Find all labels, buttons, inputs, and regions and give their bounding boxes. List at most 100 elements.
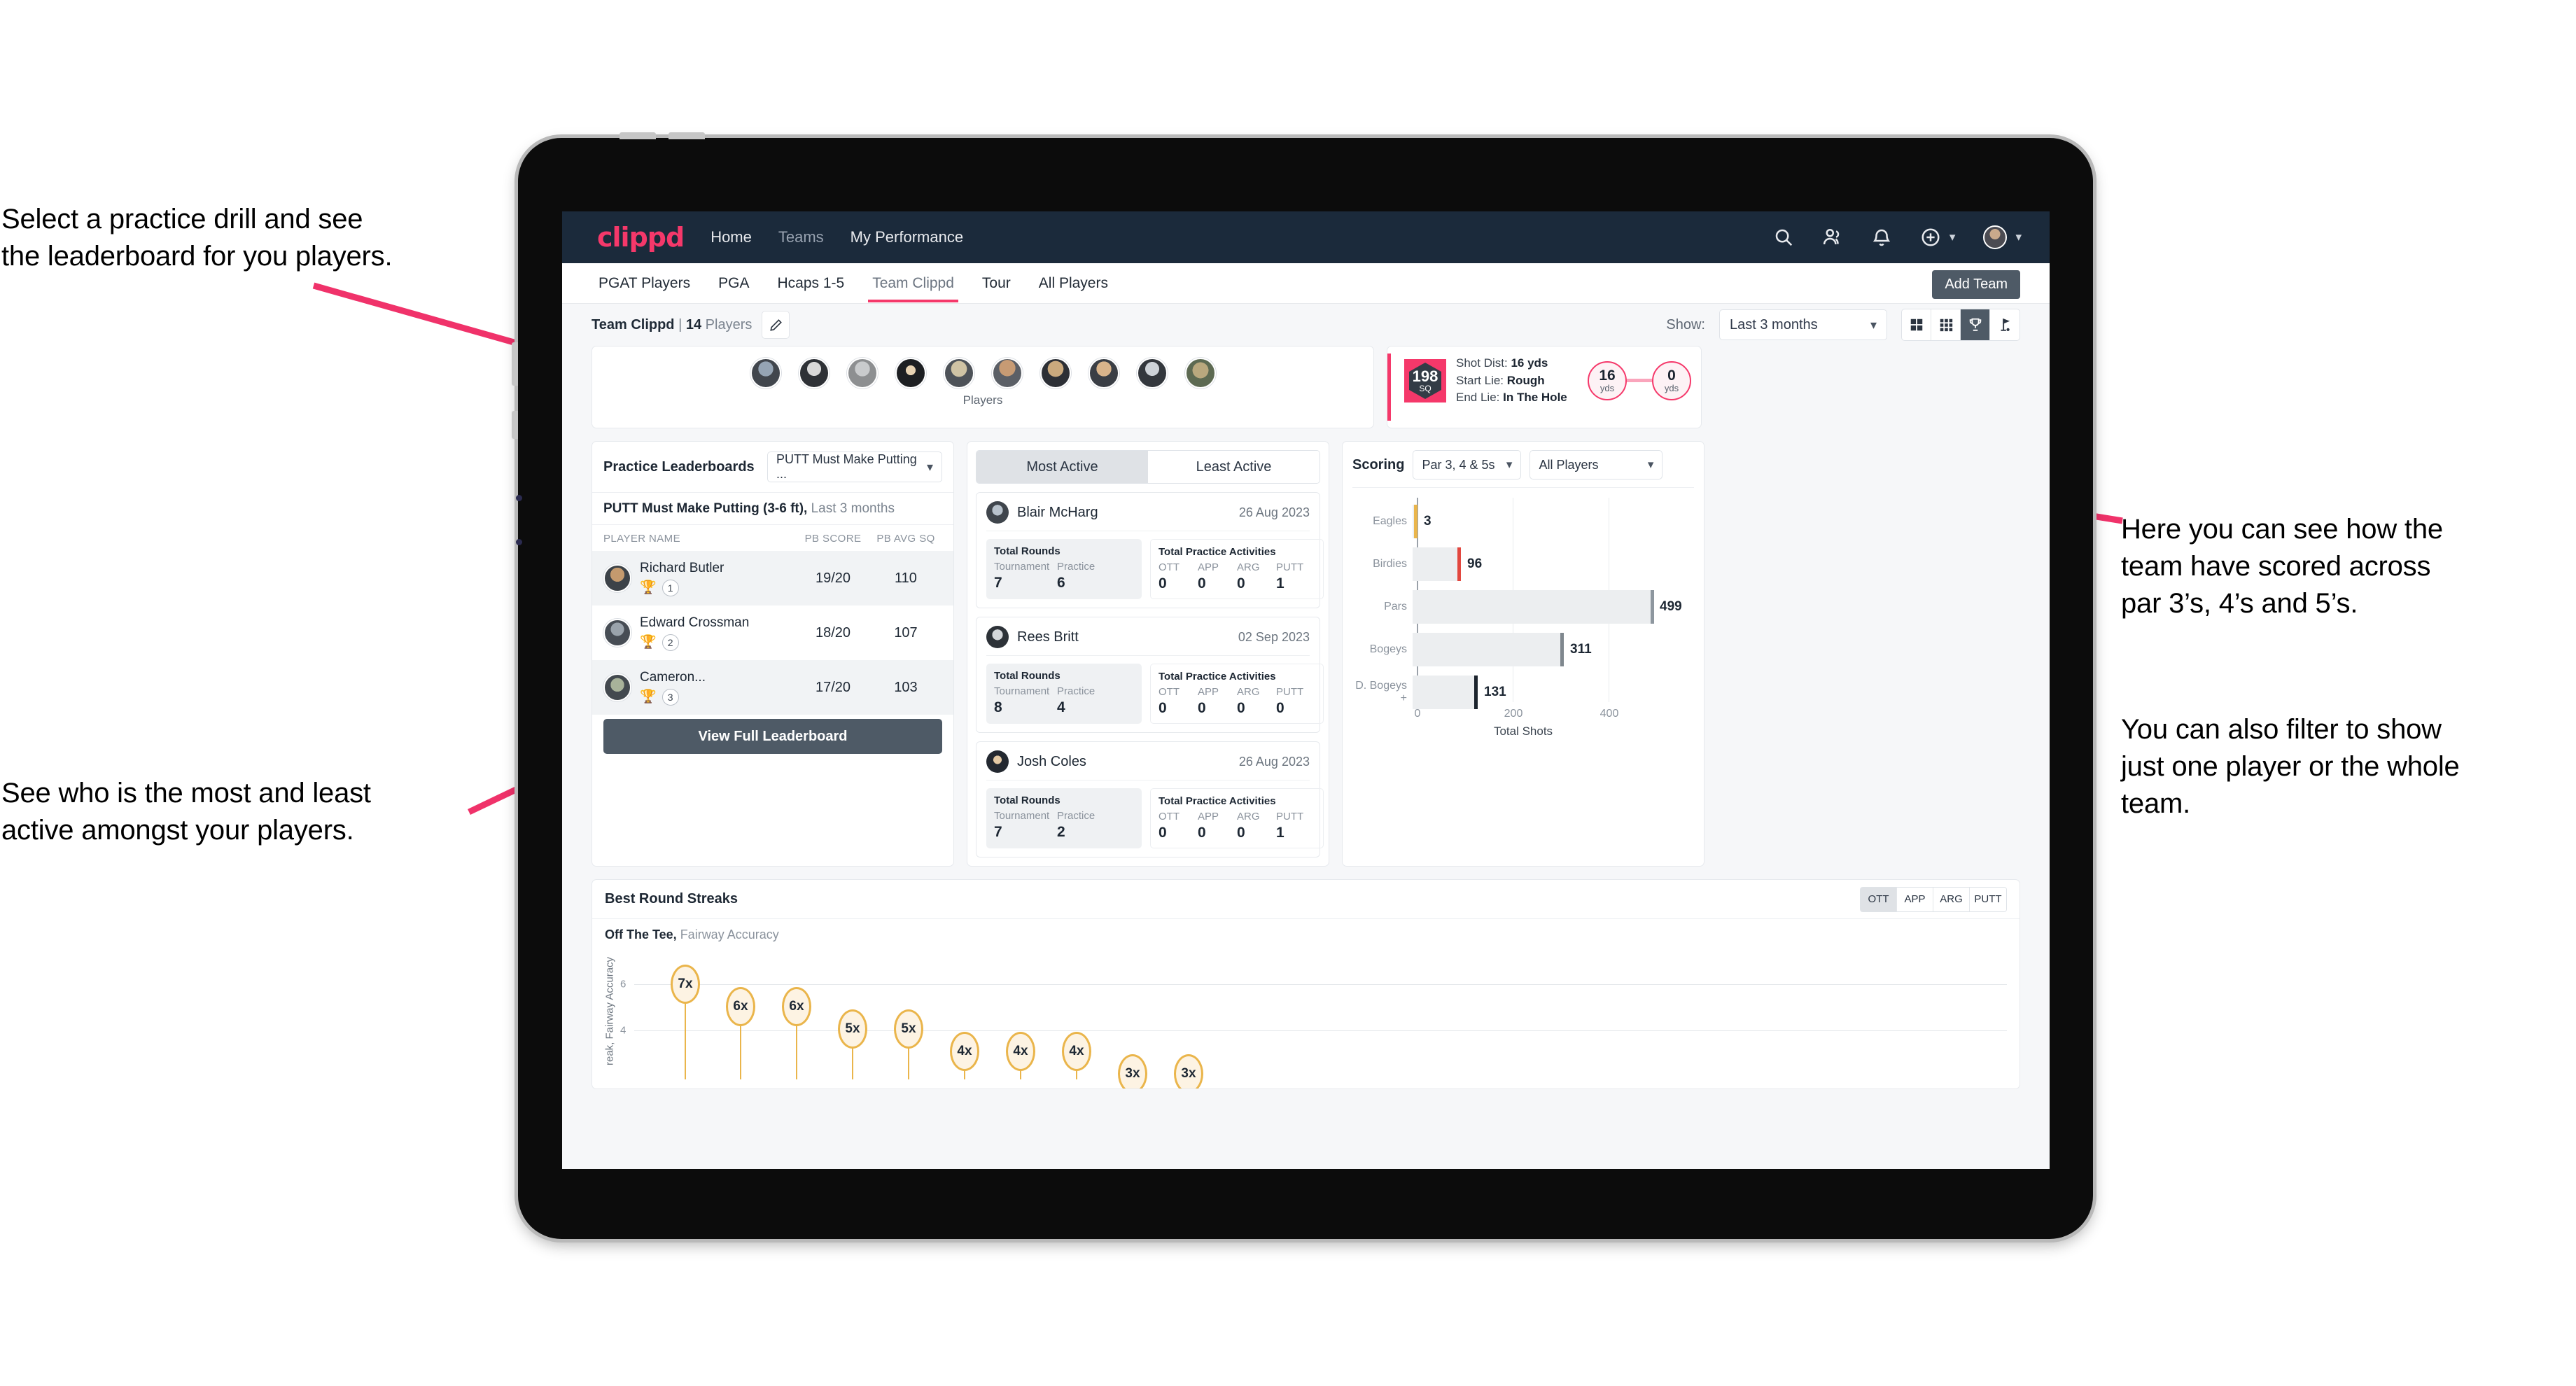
player-avatar[interactable] [798,358,830,388]
people-icon[interactable] [1822,227,1843,248]
activity-item-body: Total Rounds Tournament Practice 7 6 Tot… [986,539,1324,599]
putt-value: 1 [1276,825,1284,841]
nav-link-my-performance[interactable]: My Performance [850,228,963,246]
player-name: Blair McHarg [1017,504,1098,520]
nav-link-home[interactable]: Home [710,228,752,246]
table-row[interactable]: Edward Crossman 🏆 2 18/20 107 [592,606,953,660]
shot-start-value: 16 [1599,368,1616,384]
bar-bogeys: Bogeys 311 [1352,633,1694,666]
tab-arg[interactable]: ARG [1933,887,1970,911]
tab-putt[interactable]: PUTT [1970,887,2006,911]
streak-marker[interactable]: 7x [671,965,700,1004]
bar-fill [1413,676,1476,709]
start-lie-row: Start Lie: Rough [1456,372,1567,390]
putt-value: 0 [1276,700,1284,716]
player-filter-select[interactable]: All Players ▾ [1530,450,1663,479]
arg-value: 0 [1237,575,1245,592]
column-arg: ARG [1237,561,1260,573]
bar-tip [1560,633,1564,666]
table-row[interactable]: Cameron... 🏆 3 17/20 103 [592,660,953,715]
streak-marker[interactable]: 5x [894,1009,923,1049]
player-avatar[interactable] [1040,358,1071,388]
tab-tour[interactable]: Tour [981,265,1012,302]
list-item[interactable]: Blair McHarg 26 Aug 2023 Total Rounds To… [976,492,1324,608]
bar-track: 311 [1413,633,1694,666]
tab-pgat-players[interactable]: PGAT Players [597,265,692,302]
ytick-6: 6 [620,978,626,990]
plus-circle-icon[interactable] [1920,227,1941,248]
player-avatar[interactable] [943,358,974,388]
streaks-category-tabs: OTT APP ARG PUTT [1860,886,2007,912]
player-avatar[interactable] [1088,358,1119,388]
annotation-scoring: Here you can see how the team have score… [2121,514,2443,619]
player-avatar[interactable] [846,358,878,388]
column-arg: ARG [1237,686,1260,698]
column-ott: OTT [1158,811,1180,822]
bar-birdies: Birdies 96 [1352,547,1694,581]
column-app: APP [1198,811,1219,822]
tab-most-active[interactable]: Most Active [976,451,1148,483]
grid-small-icon-button[interactable] [1931,309,1961,340]
bar-tip [1414,505,1418,538]
player-avatar[interactable] [895,358,926,388]
plus-chevron-down-icon[interactable]: ▾ [1949,230,1956,244]
tab-team-clippd[interactable]: Team Clippd [868,265,958,302]
trophy-icon-button[interactable] [1961,309,1990,340]
tab-all-players[interactable]: All Players [1037,265,1110,302]
tournament-value: 7 [994,575,1002,591]
streak-marker[interactable]: 6x [726,987,755,1026]
tab-ott[interactable]: OTT [1861,887,1897,911]
bar-pars: Pars 499 [1352,590,1694,624]
column-arg: ARG [1237,811,1260,822]
streak-marker[interactable]: 6x [782,987,811,1026]
streak-marker[interactable]: 3x [1174,1054,1203,1088]
total-rounds-columns: Tournament Practice [994,561,1134,573]
search-icon[interactable] [1773,227,1794,248]
grid-large-icon-button[interactable] [1902,309,1931,340]
table-row[interactable]: Richard Butler 🏆 1 19/20 110 [592,551,953,606]
leaderboard-period: Last 3 months [807,501,895,516]
start-lie-label: Start Lie: [1456,373,1504,387]
avatar [603,619,631,647]
avatar[interactable] [1983,225,2008,249]
tablet-screen: clippd Home Teams My Performance ▾ ▾ PGA… [562,211,2050,1169]
column-tournament: Tournament [994,561,1050,573]
par-filter-select[interactable]: Par 3, 4 & 5s ▾ [1413,450,1522,479]
list-item[interactable]: Josh Coles 26 Aug 2023 Total Rounds Tour… [976,741,1324,858]
streak-marker[interactable]: 3x [1118,1054,1147,1088]
date-range-value: Last 3 months [1730,316,1818,332]
player-avatar[interactable] [1184,358,1216,388]
player-avatar[interactable] [750,358,781,388]
clippd-logo[interactable]: clippd [597,222,685,253]
flag-icon [2001,318,2010,331]
drill-select[interactable]: PUTT Must Make Putting ... ▾ [767,451,942,482]
nav-link-teams[interactable]: Teams [778,228,824,246]
tab-hcaps-1-5[interactable]: Hcaps 1-5 [776,265,846,302]
activity-item-header: Rees Britt 02 Sep 2023 [986,626,1310,656]
avatar [603,673,631,701]
streak-marker[interactable]: 5x [838,1009,867,1049]
add-team-button[interactable]: Add Team [1932,270,2020,299]
player-avatar[interactable] [1136,358,1168,388]
date-range-select[interactable]: Last 3 months ▾ [1719,309,1887,340]
column-player-name: PLAYER NAME [603,533,680,545]
streak-marker[interactable]: 4x [1062,1032,1091,1071]
streak-marker[interactable]: 4x [950,1032,979,1071]
bell-icon[interactable] [1871,227,1892,248]
list-item[interactable]: Rees Britt 02 Sep 2023 Total Rounds Tour… [976,617,1324,733]
end-lie-value: In The Hole [1503,391,1567,405]
flag-icon-button[interactable] [1990,309,2019,340]
streak-marker[interactable]: 4x [1006,1032,1035,1071]
player-avatar[interactable] [991,358,1023,388]
practice-activities-title: Total Practice Activities [1158,546,1276,558]
view-full-leaderboard-button[interactable]: View Full Leaderboard [603,719,942,754]
view-mode-toggle [1901,309,2020,341]
avatar-chevron-down-icon[interactable]: ▾ [2015,230,2022,244]
tab-least-active[interactable]: Least Active [1148,451,1320,483]
show-label: Show: [1666,316,1705,332]
tab-pga[interactable]: PGA [717,265,750,302]
tab-app[interactable]: APP [1897,887,1933,911]
column-putt: PUTT [1276,811,1304,822]
xtick-0: 0 [1414,708,1421,720]
edit-team-button[interactable] [762,311,790,339]
